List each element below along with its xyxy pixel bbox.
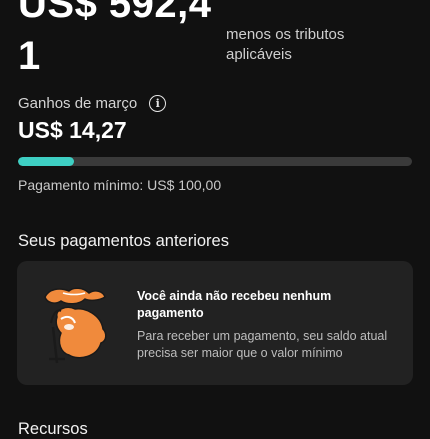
empty-payments-title: Você ainda não recebeu nenhum pagamento — [137, 289, 332, 320]
monthly-earnings-amount: US$ 14,27 — [18, 117, 127, 143]
empty-payments-card: Você ainda não recebeu nenhum pagamento … — [17, 261, 413, 385]
minimum-payment-text: Pagamento mínimo: US$ 100,00 — [18, 177, 222, 193]
balance-amount: US$ 592,4 1 — [18, 0, 212, 78]
info-icon[interactable]: i — [149, 95, 167, 112]
monthly-earnings-header: Ganhos de março i — [18, 95, 167, 112]
monthly-earnings-label: Ganhos de março — [18, 95, 138, 112]
past-payments-title: Seus pagamentos anteriores — [18, 232, 229, 250]
payment-progress-bar — [18, 157, 412, 166]
tax-note: menos os tributos aplicáveis — [226, 26, 345, 63]
empty-payments-description: Para receber um pagamento, seu saldo atu… — [137, 329, 388, 360]
empty-payments-illustration — [44, 287, 107, 364]
payment-progress-fill — [18, 157, 75, 166]
